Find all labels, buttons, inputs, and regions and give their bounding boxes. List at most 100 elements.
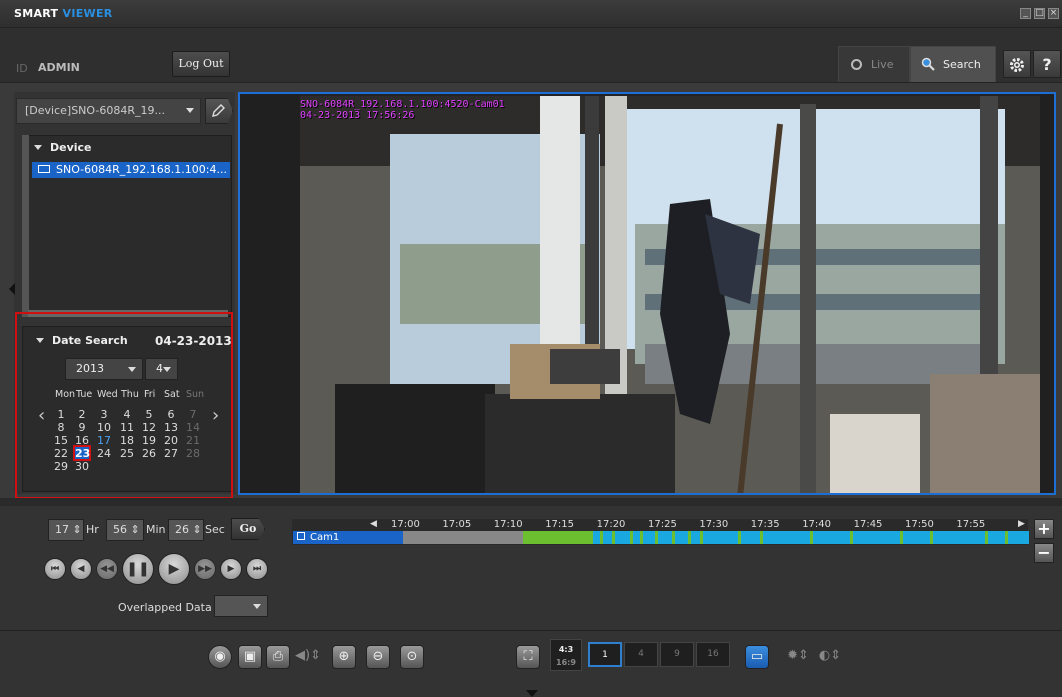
tree-scrollbar[interactable] — [22, 135, 29, 317]
second-spinner[interactable]: 26 ⇕ — [168, 519, 204, 541]
id-label: ID — [16, 62, 28, 75]
timeline-tick-label: 17:00 — [391, 519, 420, 530]
print-button[interactable]: ⎙ — [266, 645, 290, 669]
brightness-control[interactable]: ✹⇕ — [786, 645, 810, 669]
maximize-button[interactable]: □ — [1034, 8, 1045, 19]
aspect-16-9: 16:9 — [556, 658, 576, 667]
contrast-control[interactable]: ◐⇕ — [818, 645, 842, 669]
timeline-event-marker — [900, 531, 903, 544]
timeline-tick-label: 17:05 — [442, 519, 472, 530]
zoom-in-button[interactable]: ⊕ — [332, 645, 356, 669]
contrast-icon: ◐⇕ — [818, 648, 842, 663]
timestamp-overlay: 04-23-2013 17:56:26 — [300, 110, 415, 121]
fullscreen-icon: ⛶ — [523, 649, 533, 664]
video-overlay: SNO-6084R_192.168.1.100:4520-Cam01 04-23-… — [300, 99, 505, 121]
overlapped-data-dropdown[interactable] — [214, 595, 268, 617]
timeline-event-marker — [1005, 531, 1008, 544]
device-dropdown[interactable]: [Device]SNO-6084R_19... — [16, 98, 201, 124]
gear-icon — [1010, 58, 1024, 72]
timeline-zoom-in-button[interactable]: + — [1034, 519, 1054, 539]
timeline-tick-label: 17:35 — [750, 519, 780, 530]
step-forward-frame-button[interactable]: ▶ — [220, 558, 242, 580]
timeline-gap-segment — [403, 531, 523, 544]
fullscreen-button[interactable]: ⛶ — [516, 645, 540, 669]
volume-control[interactable]: ◀)⇕ — [295, 645, 321, 669]
second-unit-label: Sec — [205, 523, 225, 536]
layout-1-button[interactable]: 1 — [588, 642, 622, 667]
timeline-next-icon[interactable]: ▶ — [1018, 519, 1025, 529]
tree-item-device[interactable]: SNO-6084R_192.168.1.100:4... — [32, 162, 230, 178]
timeline-event-marker — [600, 531, 603, 544]
timeline-event-marker — [700, 531, 703, 544]
slow-rewind-button[interactable]: ◀◀ — [96, 558, 118, 580]
timeline-tick-label: 17:10 — [493, 519, 523, 530]
timeline-event-marker — [930, 531, 933, 544]
zoom-out-button[interactable]: ⊖ — [366, 645, 390, 669]
edit-pen-button[interactable] — [205, 98, 233, 124]
close-button[interactable]: × — [1048, 8, 1059, 19]
minute-unit-label: Min — [146, 523, 166, 536]
camera-feed-image — [240, 94, 1054, 493]
aspect-ratio-toggle[interactable]: 4:3 16:9 — [550, 639, 582, 671]
timeline-motion-segment — [523, 531, 593, 544]
timeline-camera-row[interactable]: Cam1 — [293, 531, 403, 544]
pen-icon — [212, 104, 225, 117]
timeline-prev-icon[interactable]: ◀ — [370, 519, 377, 529]
layout-9-button[interactable]: 9 — [660, 642, 694, 667]
expand-bottom-icon[interactable] — [526, 690, 538, 697]
timeline-event-marker — [688, 531, 691, 544]
brightness-icon: ✹⇕ — [787, 648, 809, 663]
help-button[interactable]: ? — [1033, 50, 1061, 78]
zoom-reset-button[interactable]: ⊙ — [400, 645, 424, 669]
chevron-down-icon — [186, 108, 194, 113]
snapshot-button[interactable]: ▣ — [238, 645, 262, 669]
timeline-event-marker — [738, 531, 741, 544]
record-button[interactable]: ◉ — [208, 645, 232, 669]
pause-button[interactable]: ❚❚ — [122, 553, 154, 585]
zoom-reset-icon: ⊙ — [406, 649, 418, 664]
timeline-tick-label: 17:55 — [956, 519, 986, 530]
go-button[interactable]: Go — [231, 518, 265, 540]
logout-button[interactable]: Log Out — [172, 51, 230, 77]
timeline-event-marker — [612, 531, 615, 544]
tab-search[interactable]: Search — [910, 46, 996, 82]
minute-spinner[interactable]: 56 ⇕ — [106, 519, 144, 541]
panel-splitter[interactable] — [0, 498, 1062, 506]
camera-icon: ▣ — [243, 649, 257, 664]
skip-to-end-button[interactable]: ⏭ — [246, 558, 268, 580]
skip-to-start-button[interactable]: ⏮ — [44, 558, 66, 580]
zoom-in-icon: ⊕ — [338, 649, 350, 664]
timeline-event-marker — [810, 531, 813, 544]
date-search-highlight-frame — [15, 312, 233, 499]
live-icon — [851, 59, 862, 70]
layout-4-button[interactable]: 4 — [624, 642, 658, 667]
collapse-panel-icon[interactable] — [9, 283, 15, 295]
timeline-zoom-out-button[interactable]: − — [1034, 543, 1054, 563]
tree-header-device[interactable]: Device — [34, 141, 92, 154]
timeline-event-marker — [760, 531, 763, 544]
timeline-event-marker — [850, 531, 853, 544]
camera-checkbox[interactable] — [297, 532, 305, 540]
user-name: ADMIN — [38, 61, 80, 74]
search-icon — [921, 57, 935, 71]
settings-button[interactable] — [1003, 50, 1031, 78]
video-viewer[interactable] — [238, 92, 1056, 495]
fast-forward-button[interactable]: ▶▶ — [194, 558, 216, 580]
camera-icon — [38, 165, 50, 173]
overlapped-data-label: Overlapped Data — [118, 601, 212, 614]
hour-spinner[interactable]: 17 ⇕ — [48, 519, 84, 541]
layout-16-button[interactable]: 16 — [696, 642, 730, 667]
tab-live[interactable]: Live — [838, 46, 910, 82]
app-logo: SMART VIEWER — [14, 7, 113, 20]
timeline-tick-label: 17:50 — [905, 519, 934, 530]
hour-unit-label: Hr — [86, 523, 99, 536]
step-back-frame-button[interactable]: ◀ — [70, 558, 92, 580]
aspect-4-3: 4:3 — [558, 645, 574, 654]
minimize-button[interactable]: _ — [1020, 8, 1031, 19]
speaker-icon: ◀)⇕ — [295, 648, 321, 663]
play-button[interactable]: ▶ — [158, 553, 190, 585]
title-bar — [0, 0, 1062, 28]
monitor-view-button[interactable]: ▭ — [745, 645, 769, 669]
timeline-event-marker — [672, 531, 675, 544]
zoom-out-icon: ⊖ — [372, 649, 384, 664]
